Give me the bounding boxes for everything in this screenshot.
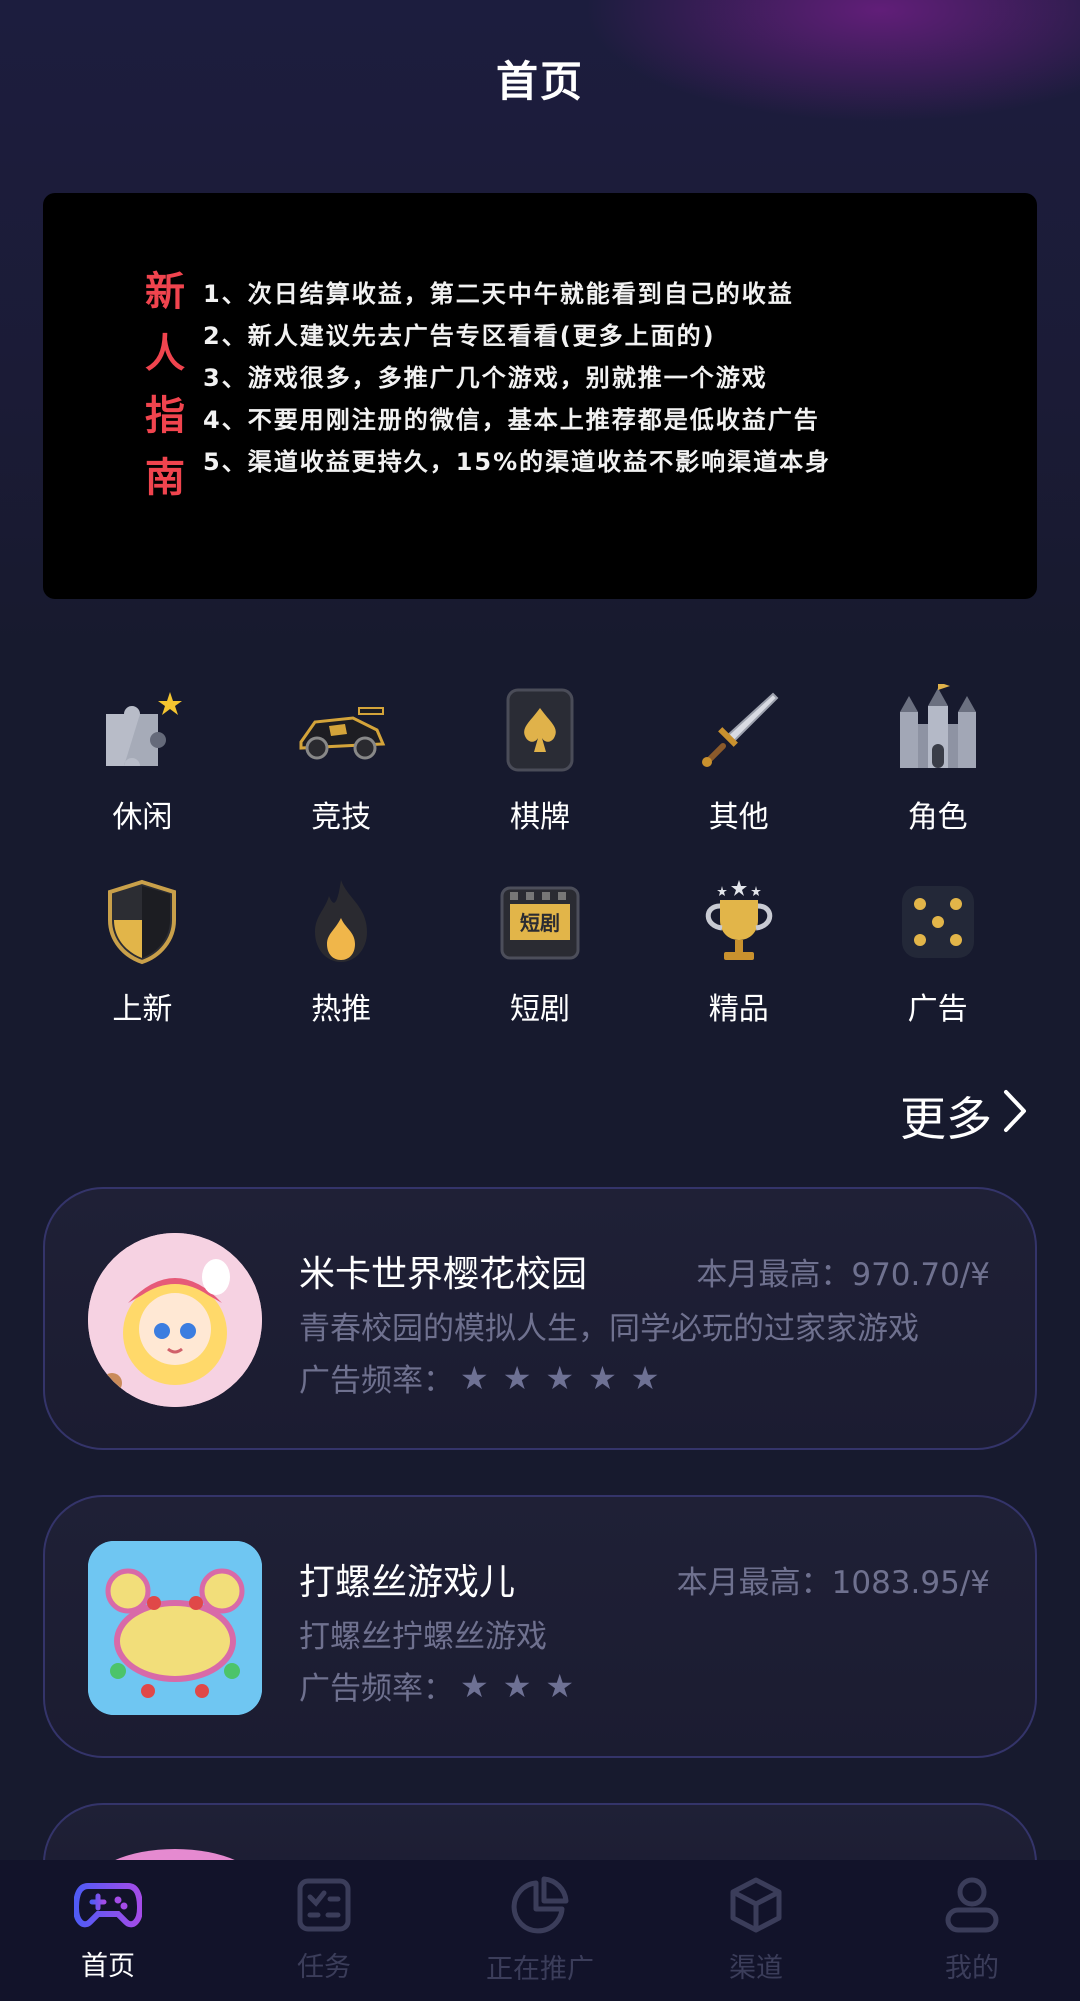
castle-icon xyxy=(888,680,988,780)
chevron-right-icon xyxy=(1000,1088,1030,1145)
category-cards[interactable]: 棋牌 xyxy=(441,680,640,872)
category-racing[interactable]: 竞技 xyxy=(242,680,441,872)
ad-frequency: 广告频率： ★ ★ ★ xyxy=(299,1663,574,1708)
guide-banner[interactable]: 新人指南 1、次日结算收益，第二天中午就能看到自己的收益 2、新人建议先去广告专… xyxy=(43,193,1037,599)
pie-chart-icon xyxy=(510,1875,570,1939)
dice-icon xyxy=(888,872,988,972)
guide-list: 1、次日结算收益，第二天中午就能看到自己的收益 2、新人建议先去广告专区看看(更… xyxy=(203,273,831,483)
ad-frequency-label: 广告频率： xyxy=(299,1671,454,1707)
trophy-icon xyxy=(689,872,789,972)
gamepad-icon xyxy=(72,1878,144,1936)
star-icon: ★ xyxy=(545,1358,575,1397)
category-role[interactable]: 角色 xyxy=(838,680,1037,872)
game-thumbnail xyxy=(88,1541,262,1715)
task-icon xyxy=(296,1877,352,1937)
category-casual[interactable]: 休闲 xyxy=(43,680,242,872)
game-card[interactable]: 打螺丝游戏儿 本月最高：1083.95/¥ 打螺丝拧螺丝游戏 广告频率： ★ ★… xyxy=(43,1495,1037,1758)
race-car-icon xyxy=(291,680,391,780)
puzzle-icon xyxy=(92,680,192,780)
page-title: 首页 xyxy=(495,57,584,106)
tab-label: 我的 xyxy=(945,1953,999,1984)
ad-frequency: 广告频率： ★ ★ ★ ★ ★ xyxy=(299,1355,659,1400)
category-premium[interactable]: 精品 xyxy=(639,872,838,1064)
more-label: 更多 xyxy=(900,1092,992,1146)
category-label: 棋牌 xyxy=(509,800,570,835)
tab-label: 渠道 xyxy=(729,1953,783,1984)
game-card[interactable]: 米卡世界樱花校园 本月最高：970.70/¥ 青春校园的模拟人生，同学必玩的过家… xyxy=(43,1187,1037,1450)
user-icon xyxy=(944,1876,1000,1938)
game-name: 米卡世界樱花校园 xyxy=(299,1254,588,1295)
game-monthly-max: 本月最高：1083.95/¥ xyxy=(676,1565,990,1601)
game-name: 打螺丝游戏儿 xyxy=(299,1562,516,1603)
tab-profile[interactable]: 我的 xyxy=(864,1876,1080,1985)
category-label: 精品 xyxy=(708,992,769,1027)
star-icon: ★ xyxy=(502,1666,532,1705)
category-label: 广告 xyxy=(907,992,968,1027)
tab-promoting[interactable]: 正在推广 xyxy=(432,1875,648,1986)
category-label: 上新 xyxy=(112,992,173,1027)
guide-item: 3、游戏很多，多推广几个游戏，别就推一个游戏 xyxy=(203,364,768,392)
game-description: 青春校园的模拟人生，同学必玩的过家家游戏 xyxy=(299,1311,919,1347)
flame-icon xyxy=(291,872,391,972)
guide-title: 新人指南 xyxy=(145,269,185,501)
cube-icon xyxy=(727,1876,785,1938)
sword-icon xyxy=(689,680,789,780)
star-icon: ★ xyxy=(460,1666,489,1705)
ad-frequency-label: 广告频率： xyxy=(299,1363,454,1399)
tab-label: 正在推广 xyxy=(486,1954,594,1985)
star-icon: ★ xyxy=(545,1666,575,1705)
category-label: 竞技 xyxy=(311,800,372,835)
tab-label: 任务 xyxy=(297,1952,351,1983)
rating-stars: ★ ★ ★ ★ ★ xyxy=(460,1359,659,1397)
tab-label: 首页 xyxy=(81,1951,135,1982)
category-other[interactable]: 其他 xyxy=(639,680,838,872)
star-icon: ★ xyxy=(460,1358,489,1397)
category-label: 休闲 xyxy=(112,800,173,835)
game-monthly-max: 本月最高：970.70/¥ xyxy=(696,1257,990,1293)
clapper-icon: 短剧 xyxy=(490,872,590,972)
tab-home[interactable]: 首页 xyxy=(0,1878,216,1983)
more-button[interactable]: 更多 xyxy=(900,1083,1030,1149)
guide-item: 4、不要用刚注册的微信，基本上推荐都是低收益广告 xyxy=(203,406,820,434)
category-label: 短剧 xyxy=(509,992,570,1027)
guide-item: 5、渠道收益更持久，15%的渠道收益不影响渠道本身 xyxy=(203,448,832,476)
star-icon: ★ xyxy=(588,1358,617,1397)
guide-item: 1、次日结算收益，第二天中午就能看到自己的收益 xyxy=(203,280,794,308)
category-new[interactable]: 上新 xyxy=(43,872,242,1064)
category-label: 角色 xyxy=(907,800,968,835)
tab-channel[interactable]: 渠道 xyxy=(648,1876,864,1985)
svg-text:短剧: 短剧 xyxy=(520,911,560,935)
game-description: 打螺丝拧螺丝游戏 xyxy=(299,1619,547,1655)
category-ads[interactable]: 广告 xyxy=(838,872,1037,1064)
bottom-tab-bar: 首页 任务 正在推广 渠道 我的 xyxy=(0,1860,1080,2001)
category-drama[interactable]: 短剧 短剧 xyxy=(441,872,640,1064)
shield-icon xyxy=(92,872,192,972)
star-icon: ★ xyxy=(630,1358,660,1397)
category-label: 热推 xyxy=(311,992,372,1027)
category-grid: 休闲 竞技 棋牌 其他 角色 上新 热推 短剧 短剧 精品 广告 xyxy=(43,680,1037,1064)
star-icon: ★ xyxy=(502,1358,532,1397)
guide-item: 2、新人建议先去广告专区看看(更多上面的) xyxy=(203,322,716,350)
category-label: 其他 xyxy=(708,800,769,835)
game-thumbnail xyxy=(88,1233,262,1407)
tab-tasks[interactable]: 任务 xyxy=(216,1877,432,1984)
rating-stars: ★ ★ ★ xyxy=(460,1667,574,1705)
spade-card-icon xyxy=(490,680,590,780)
category-hot[interactable]: 热推 xyxy=(242,872,441,1064)
